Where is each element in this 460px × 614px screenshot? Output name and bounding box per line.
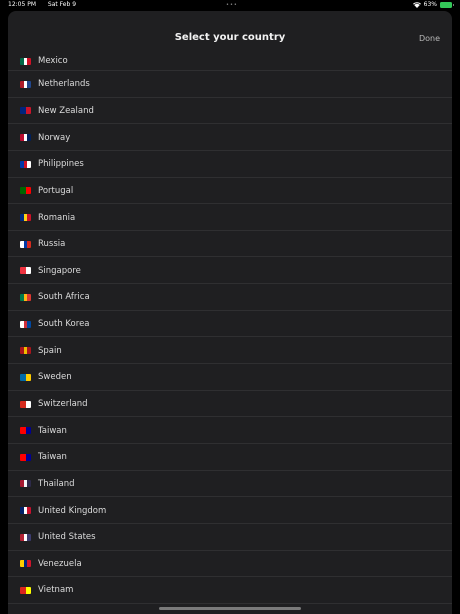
country-row[interactable]: Vietnam	[8, 577, 452, 604]
romania-flag-icon	[20, 214, 31, 222]
singapore-flag-icon	[20, 267, 31, 275]
country-list: Mexico Netherlands New Zealand Norway Philip…	[8, 51, 452, 604]
status-bar: 12:05 PM Sat Feb 9 ••• 63%	[0, 0, 460, 10]
portugal-flag-icon	[20, 187, 31, 195]
new-zealand-flag-icon	[20, 107, 31, 115]
country-name: Thailand	[38, 478, 75, 489]
taiwan-flag-icon	[20, 427, 31, 435]
country-name: Netherlands	[38, 79, 90, 90]
taiwan-flag-icon	[20, 453, 31, 461]
vietnam-flag-icon	[20, 586, 31, 594]
flag-stripe	[27, 240, 31, 248]
country-name: Russia	[38, 239, 66, 250]
country-row[interactable]: Mexico	[8, 51, 452, 71]
sheet-header: Select your country Done	[8, 11, 452, 51]
battery-percent: 63%	[423, 1, 437, 8]
country-row[interactable]: Russia	[8, 231, 452, 258]
country-name: Vietnam	[38, 585, 74, 596]
netherlands-flag-icon	[20, 80, 31, 88]
flag-stripe	[27, 320, 31, 328]
switzerland-flag-icon	[20, 400, 31, 408]
philippines-flag-icon	[20, 160, 31, 168]
country-picker-sheet: Select your country Done Mexico Netherlan…	[8, 11, 452, 614]
country-name: Switzerland	[38, 399, 88, 409]
flag-stripe	[27, 480, 31, 488]
flag-stripe	[27, 560, 31, 568]
flag-stripe	[27, 214, 31, 222]
flag-stripe	[27, 533, 31, 541]
country-row[interactable]: Singapore	[8, 257, 452, 284]
country-row[interactable]: United Kingdom	[8, 497, 452, 524]
country-row[interactable]: New Zealand	[8, 98, 452, 125]
flag-stripe	[27, 160, 31, 168]
country-row[interactable]: South Korea	[8, 311, 452, 338]
south-africa-flag-icon	[20, 293, 31, 301]
country-name: Philippines	[38, 159, 84, 170]
country-row[interactable]: Sweden	[8, 364, 452, 391]
country-row[interactable]: Thailand	[8, 471, 452, 498]
status-date: Sat Feb 9	[47, 1, 77, 8]
status-left: 12:05 PM Sat Feb 9	[8, 0, 86, 10]
country-row[interactable]: South Africa	[8, 284, 452, 311]
wifi-icon	[412, 2, 421, 8]
country-name: South Korea	[38, 319, 90, 330]
status-right: 63%	[412, 0, 454, 10]
multitasking-dots-icon[interactable]: •••	[226, 0, 238, 10]
country-row[interactable]: Spain	[8, 337, 452, 364]
venezuela-flag-icon	[20, 560, 31, 568]
country-name: Singapore	[38, 265, 81, 276]
country-name: South Africa	[38, 292, 90, 303]
flag-stripe	[27, 293, 31, 301]
status-time: 12:05 PM	[8, 1, 36, 8]
country-name: Romania	[38, 212, 76, 223]
country-name: Sweden	[38, 372, 72, 383]
country-row[interactable]: Taiwan	[8, 417, 452, 444]
done-button[interactable]: Done	[419, 34, 440, 43]
flag-stripe	[27, 134, 31, 142]
country-name: New Zealand	[38, 105, 94, 116]
country-row[interactable]: Norway	[8, 124, 452, 151]
spain-flag-icon	[20, 347, 31, 355]
flag-stripe	[27, 507, 31, 515]
sheet-title: Select your country	[174, 32, 286, 43]
country-name: Taiwan	[38, 452, 67, 463]
flag-stripe	[25, 453, 31, 461]
country-name: Spain	[38, 345, 62, 356]
country-row[interactable]: Switzerland	[8, 391, 452, 418]
country-row[interactable]: Taiwan	[8, 444, 452, 471]
country-row[interactable]: Netherlands	[8, 71, 452, 98]
country-name: Portugal	[38, 185, 74, 196]
country-name: Venezuela	[38, 558, 82, 569]
battery-icon	[440, 2, 454, 8]
country-row[interactable]: Philippines	[8, 151, 452, 178]
south-korea-flag-icon	[20, 320, 31, 328]
country-row[interactable]: United States	[8, 524, 452, 551]
flag-stripe	[27, 80, 31, 88]
country-row[interactable]: Portugal	[8, 178, 452, 205]
russia-flag-icon	[20, 240, 31, 248]
mexico-flag-icon	[20, 57, 31, 65]
flag-stripe	[25, 400, 31, 408]
thailand-flag-icon	[20, 480, 31, 488]
home-indicator[interactable]	[159, 607, 301, 610]
country-name: Taiwan	[38, 425, 67, 436]
flag-stripe	[25, 427, 31, 435]
flag-stripe	[25, 267, 31, 275]
country-name: United Kingdom	[38, 505, 107, 516]
sweden-flag-icon	[20, 373, 31, 381]
united-states-flag-icon	[20, 533, 31, 541]
flag-stripe	[27, 57, 31, 65]
country-row[interactable]: Romania	[8, 204, 452, 231]
flag-stripe	[25, 586, 31, 594]
country-name: Mexico	[38, 56, 68, 66]
country-name: United States	[38, 532, 96, 543]
flag-stripe	[25, 187, 31, 195]
flag-stripe	[25, 373, 31, 381]
country-name: Norway	[38, 132, 71, 143]
country-row[interactable]: Venezuela	[8, 551, 452, 578]
flag-stripe	[27, 347, 31, 355]
united-kingdom-flag-icon	[20, 507, 31, 515]
flag-stripe	[25, 107, 31, 115]
norway-flag-icon	[20, 134, 31, 142]
